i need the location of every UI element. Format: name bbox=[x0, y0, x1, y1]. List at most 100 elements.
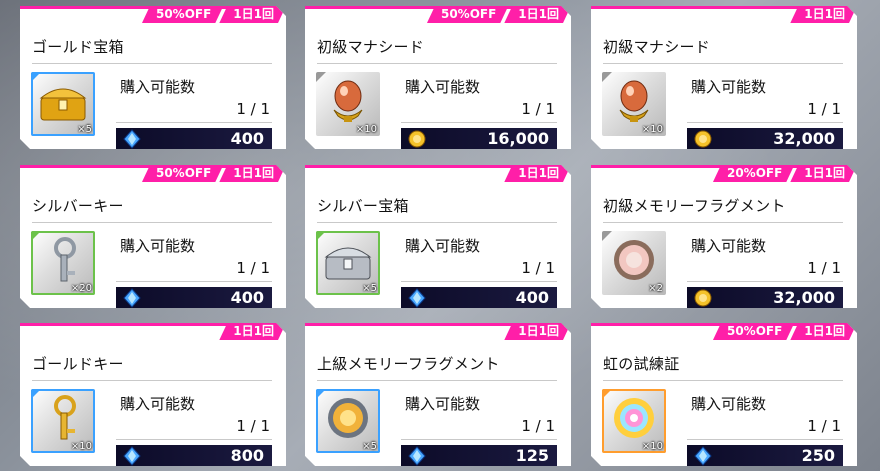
item-name: ゴールド宝箱 bbox=[32, 38, 124, 56]
badge-group: 50%OFF 1日1回 bbox=[717, 323, 857, 340]
badge-group: 1日1回 bbox=[508, 323, 571, 340]
purchase-count: 1 / 1 bbox=[521, 259, 555, 277]
price: 400 bbox=[230, 288, 264, 307]
badge-group: 50%OFF 1日1回 bbox=[146, 165, 286, 182]
divider bbox=[317, 380, 557, 381]
discount-badge: 50%OFF bbox=[713, 323, 794, 340]
purchase-count: 1 / 1 bbox=[236, 100, 270, 118]
price-bar[interactable]: 32,000 bbox=[687, 287, 843, 309]
divider bbox=[116, 122, 272, 123]
purchasable-label: 購入可能数 bbox=[405, 395, 481, 413]
divider bbox=[687, 122, 843, 123]
purchasable-label: 購入可能数 bbox=[405, 237, 481, 255]
shop-item-card[interactable]: 1日1回初級マナシード ×10 購入可能数 1 / 1 32,000 bbox=[591, 6, 857, 149]
item-quantity: ×20 bbox=[70, 283, 92, 294]
purchase-count: 1 / 1 bbox=[807, 259, 841, 277]
badge-group: 1日1回 bbox=[794, 6, 857, 23]
divider bbox=[116, 281, 272, 282]
price: 16,000 bbox=[487, 129, 549, 148]
daily-limit-badge: 1日1回 bbox=[219, 165, 286, 182]
item-name: シルバー宝箱 bbox=[317, 197, 409, 215]
price-bar[interactable]: 16,000 bbox=[401, 128, 557, 150]
divider bbox=[401, 439, 557, 440]
discount-badge: 50%OFF bbox=[427, 6, 508, 23]
purchase-count: 1 / 1 bbox=[236, 259, 270, 277]
divider bbox=[603, 380, 843, 381]
shop-item-card[interactable]: 1日1回 上級メモリーフラグメント ×5 購入可能数 1 / 1 125 bbox=[305, 323, 571, 466]
divider bbox=[687, 281, 843, 282]
shop-item-card[interactable]: 50%OFF 1日1回シルバーキー ×20 購入可能数 1 / 1 400 bbox=[20, 165, 286, 308]
shop-item-card[interactable]: 50%OFF 1日1回 初級マナシード ×10 購入可能数 1 / 1 16,000 bbox=[305, 6, 571, 149]
price: 400 bbox=[230, 129, 264, 148]
divider bbox=[32, 380, 272, 381]
item-thumbnail: ×20 bbox=[31, 231, 95, 295]
price-bar[interactable]: 32,000 bbox=[687, 128, 843, 150]
item-name: ゴールドキー bbox=[32, 355, 124, 373]
item-thumbnail: ×10 bbox=[316, 72, 380, 136]
price: 125 bbox=[515, 446, 549, 465]
daily-limit-badge: 1日1回 bbox=[504, 6, 571, 23]
item-name: シルバーキー bbox=[32, 197, 124, 215]
price-bar[interactable]: 400 bbox=[401, 287, 557, 309]
price-bar[interactable]: 250 bbox=[687, 445, 843, 467]
daily-limit-badge: 1日1回 bbox=[790, 165, 857, 182]
item-quantity: ×5 bbox=[362, 283, 377, 294]
item-quantity: ×10 bbox=[70, 441, 92, 452]
badge-group: 20%OFF 1日1回 bbox=[717, 165, 857, 182]
purchasable-label: 購入可能数 bbox=[120, 395, 196, 413]
item-thumbnail: ×5 bbox=[316, 389, 380, 453]
divider bbox=[116, 439, 272, 440]
item-quantity: ×5 bbox=[77, 124, 92, 135]
purchasable-label: 購入可能数 bbox=[691, 78, 767, 96]
divider bbox=[32, 63, 272, 64]
divider bbox=[317, 222, 557, 223]
item-name: 初級マナシード bbox=[317, 38, 425, 56]
badge-group: 50%OFF 1日1回 bbox=[431, 6, 571, 23]
shop-item-card[interactable]: 1日1回 ゴールドキー ×10 購入可能数 1 / 1 800 bbox=[20, 323, 286, 466]
price: 32,000 bbox=[773, 288, 835, 307]
purchasable-label: 購入可能数 bbox=[120, 78, 196, 96]
price-bar[interactable]: 125 bbox=[401, 445, 557, 467]
discount-badge: 50%OFF bbox=[142, 6, 223, 23]
item-name: 虹の試練証 bbox=[603, 355, 680, 373]
item-thumbnail: ×5 bbox=[316, 231, 380, 295]
item-quantity: ×5 bbox=[362, 441, 377, 452]
divider bbox=[603, 63, 843, 64]
price-bar[interactable]: 400 bbox=[116, 128, 272, 150]
badge-group: 50%OFF 1日1回 bbox=[146, 6, 286, 23]
divider bbox=[603, 222, 843, 223]
price: 400 bbox=[515, 288, 549, 307]
purchasable-label: 購入可能数 bbox=[691, 237, 767, 255]
badge-group: 1日1回 bbox=[508, 165, 571, 182]
shop-item-card[interactable]: 20%OFF 1日1回 初級メモリーフラグメント ×2 購入可能数 1 / 1 32,000 bbox=[591, 165, 857, 308]
item-name: 上級メモリーフラグメント bbox=[317, 355, 500, 373]
price: 32,000 bbox=[773, 129, 835, 148]
purchase-count: 1 / 1 bbox=[807, 417, 841, 435]
daily-limit-badge: 1日1回 bbox=[790, 323, 857, 340]
shop-item-card[interactable]: 50%OFF 1日1回虹の試練証 ×10 購入可能数 1 / 1 250 bbox=[591, 323, 857, 466]
shop-item-card[interactable]: 50%OFF 1日1回ゴールド宝箱 ×5 購入可能数 1 / 1 400 bbox=[20, 6, 286, 149]
item-thumbnail: ×10 bbox=[602, 72, 666, 136]
purchasable-label: 購入可能数 bbox=[405, 78, 481, 96]
item-thumbnail: ×5 bbox=[31, 72, 95, 136]
purchasable-label: 購入可能数 bbox=[120, 237, 196, 255]
item-name: 初級マナシード bbox=[603, 38, 711, 56]
item-thumbnail: ×10 bbox=[31, 389, 95, 453]
price-bar[interactable]: 400 bbox=[116, 287, 272, 309]
daily-limit-badge: 1日1回 bbox=[790, 6, 857, 23]
divider bbox=[687, 439, 843, 440]
discount-badge: 20%OFF bbox=[713, 165, 794, 182]
badge-group: 1日1回 bbox=[223, 323, 286, 340]
shop-item-card[interactable]: 1日1回シルバー宝箱 ×5 購入可能数 1 / 1 400 bbox=[305, 165, 571, 308]
purchase-count: 1 / 1 bbox=[521, 417, 555, 435]
daily-limit-badge: 1日1回 bbox=[219, 6, 286, 23]
purchase-count: 1 / 1 bbox=[807, 100, 841, 118]
daily-limit-badge: 1日1回 bbox=[504, 323, 571, 340]
daily-limit-badge: 1日1回 bbox=[219, 323, 286, 340]
item-thumbnail: ×10 bbox=[602, 389, 666, 453]
purchasable-label: 購入可能数 bbox=[691, 395, 767, 413]
item-thumbnail: ×2 bbox=[602, 231, 666, 295]
item-quantity: ×10 bbox=[641, 124, 663, 135]
shop-item-grid: 50%OFF 1日1回 ゴールド宝箱 ×5 購入可能数 1 / 1 400 50%OFF 1日1… bbox=[0, 0, 880, 471]
price-bar[interactable]: 800 bbox=[116, 445, 272, 467]
